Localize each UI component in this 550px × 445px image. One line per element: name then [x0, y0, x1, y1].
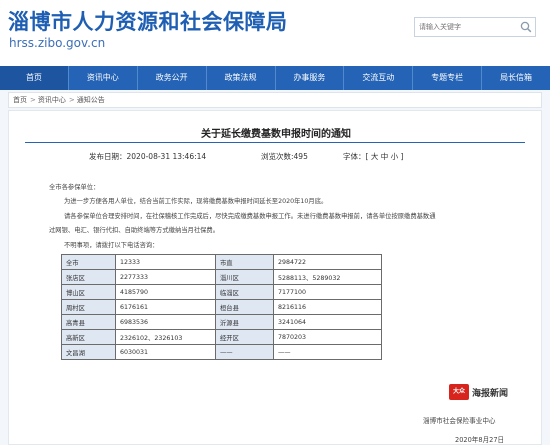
publish-info: 发布日期：2020-08-31 13:46:14	[89, 151, 206, 162]
table-row: 周村区 6176161 桓台县 8216116	[61, 299, 382, 315]
watermark-logo: 大众	[449, 384, 469, 400]
phone-number-cell: ——	[273, 344, 382, 360]
search-icon[interactable]	[519, 20, 533, 34]
region-name-cell: 市直	[215, 254, 274, 270]
table-row: 文昌湖 6030031 —— ——	[61, 344, 382, 360]
article-title: 关于延长缴费基数申报时间的通知	[201, 129, 351, 140]
font-size-medium-button[interactable]: 中	[381, 152, 389, 161]
phone-number-cell: 2984722	[273, 254, 382, 270]
phone-number-cell: 2326102、2326103	[115, 329, 216, 345]
phone-number-cell: 2277333	[115, 269, 216, 285]
breadcrumb-home[interactable]: 首页	[13, 96, 27, 104]
phone-number-cell: 8216116	[273, 299, 382, 315]
region-name-cell: 桓台县	[215, 299, 274, 315]
font-size-large-button[interactable]: 大	[371, 152, 379, 161]
nav-item-news-center[interactable]: 资讯中心	[69, 66, 138, 90]
phone-number-cell: 3241064	[273, 314, 382, 330]
site-title[interactable]: 淄博市人力资源和社会保障局	[8, 6, 288, 36]
greeting: 全市各参保单位：	[49, 184, 100, 191]
nav-item-interaction[interactable]: 交流互动	[344, 66, 414, 90]
nav-item-director-mailbox[interactable]: 局长信箱	[482, 66, 550, 90]
region-name-cell: 高青县	[61, 314, 116, 330]
nav-item-home[interactable]: 首页	[0, 66, 69, 90]
table-row: 博山区 4185790 临淄区 7177100	[61, 284, 382, 300]
breadcrumb-notices[interactable]: 通知公告	[77, 96, 105, 104]
article-panel: 关于延长缴费基数申报时间的通知 发布日期：2020-08-31 13:46:14…	[8, 110, 542, 445]
signature-date: 2020年8月27日	[455, 436, 505, 444]
font-size-small-button[interactable]: 小	[391, 152, 399, 161]
table-row: 高新区 2326102、2326103 经开区 7870203	[61, 329, 382, 345]
phone-number-cell: 4185790	[115, 284, 216, 300]
phone-number-cell: 7177100	[273, 284, 382, 300]
breadcrumb-news-center[interactable]: 资讯中心	[38, 96, 66, 104]
region-name-cell: 周村区	[61, 299, 116, 315]
paragraph-2: 请各参保单位合理安排时间，在社保稽核工作完成后，尽快完成缴费基数申报工作。未进行…	[64, 213, 436, 220]
site-header: 淄博市人力资源和社会保障局 hrss.zibo.gov.cn	[0, 0, 550, 66]
publish-label: 发布日期：	[89, 152, 127, 161]
view-count: 浏览次数:495	[261, 151, 308, 162]
phone-number-cell: 7870203	[273, 329, 382, 345]
region-name-cell: 张店区	[61, 269, 116, 285]
table-row: 张店区 2277333 淄川区 5288113、5289032	[61, 269, 382, 285]
paragraph-3: 不明事项，请拨打以下电话咨询：	[64, 242, 159, 249]
title-divider	[25, 142, 525, 143]
nav-item-gov-affairs[interactable]: 政务公开	[138, 66, 207, 90]
search-box	[414, 17, 536, 37]
publish-time: 2020-08-31 13:46:14	[126, 152, 207, 161]
breadcrumb-separator: >	[30, 96, 36, 104]
font-size-label: 字体：	[343, 152, 366, 161]
views-value: 495	[293, 152, 308, 161]
table-row: 全市 12333 市直 2984722	[61, 254, 382, 270]
region-name-cell: 淄川区	[215, 269, 274, 285]
region-name-cell: 临淄区	[215, 284, 274, 300]
nav-item-policies[interactable]: 政策法规	[207, 66, 276, 90]
region-name-cell: 高新区	[61, 329, 116, 345]
news-watermark: 大众 海报新闻	[449, 384, 521, 400]
contact-table: 全市 12333 市直 2984722 张店区 2277333 淄川区 5288113、528…	[61, 254, 382, 360]
region-name-cell: ——	[215, 344, 274, 360]
site-url: hrss.zibo.gov.cn	[9, 36, 106, 50]
font-size-switcher: 字体：[ 大 中 小 ]	[343, 152, 404, 161]
region-name-cell: 文昌湖	[61, 344, 116, 360]
breadcrumb: 首页 > 资讯中心 > 通知公告	[8, 92, 542, 108]
signature-organization: 淄博市社会保险事业中心	[423, 417, 496, 425]
region-name-cell: 博山区	[61, 284, 116, 300]
nav-item-services[interactable]: 办事服务	[276, 66, 345, 90]
table-row: 高青县 6983536 沂源县 3241064	[61, 314, 382, 330]
paragraph-1: 为进一步方便各用人单位，结合当前工作实际，现将缴费基数申报时间延长至2020年1…	[64, 198, 328, 205]
main-nav: 首页 资讯中心 政务公开 政策法规 办事服务 交流互动 专题专栏 局长信箱	[0, 66, 550, 90]
phone-number-cell: 6983536	[115, 314, 216, 330]
phone-number-cell: 6030031	[115, 344, 216, 360]
breadcrumb-separator: >	[68, 96, 75, 104]
search-input[interactable]	[415, 18, 519, 36]
views-label: 浏览次数:	[261, 152, 294, 161]
nav-item-topics[interactable]: 专题专栏	[413, 66, 483, 90]
paragraph-2-continued: 过网银、电汇、银行代扣、自助终端等方式缴纳当月社保费。	[49, 227, 220, 234]
watermark-text: 海报新闻	[472, 389, 509, 399]
phone-number-cell: 6176161	[115, 299, 216, 315]
region-name-cell: 经开区	[215, 329, 274, 345]
phone-number-cell: 5288113、5289032	[273, 269, 382, 285]
region-name-cell: 全市	[61, 254, 116, 270]
region-name-cell: 沂源县	[215, 314, 274, 330]
phone-number-cell: 12333	[115, 254, 216, 270]
